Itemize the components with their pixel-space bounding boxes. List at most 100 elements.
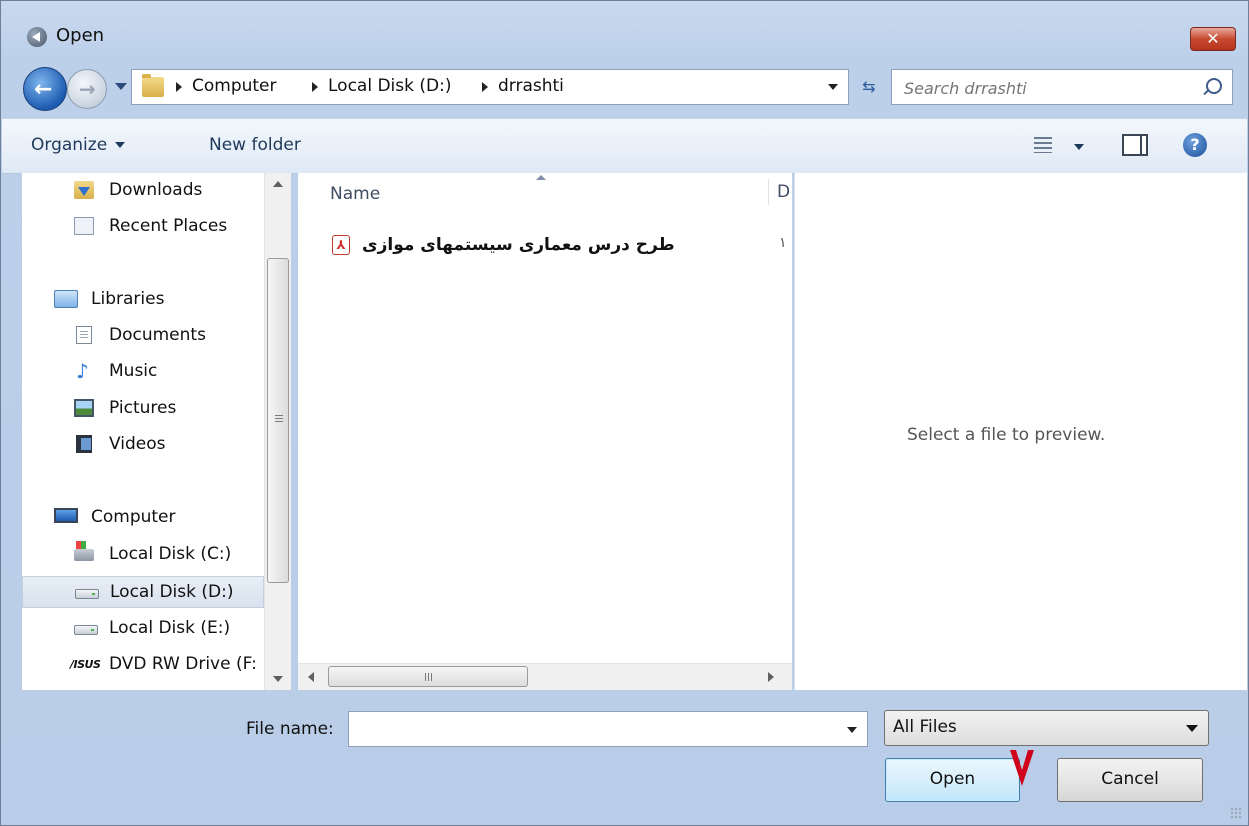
title-bar: Open ✕ [1, 1, 1248, 59]
grip-icon [425, 673, 433, 681]
nav-item-pictures[interactable]: Pictures [22, 393, 264, 425]
column-header-date[interactable]: D [777, 182, 790, 202]
nav-item-label: Local Disk (C:) [109, 544, 232, 564]
nav-item-label: DVD RW Drive (F: [109, 654, 257, 674]
preview-pane-toggle-icon[interactable] [1122, 134, 1148, 156]
nav-item-label: Music [109, 361, 158, 381]
breadcrumb-separator-icon[interactable] [482, 82, 488, 92]
back-button[interactable]: ← [23, 67, 67, 111]
dialog-app-icon [27, 27, 47, 47]
nav-item-documents[interactable]: Documents [22, 320, 264, 352]
file-name-field[interactable] [348, 711, 868, 747]
file-row[interactable]: ⅄ طرح درس معماری سیستمهای موازی [326, 231, 766, 261]
file-name-input[interactable] [355, 718, 829, 742]
help-icon[interactable]: ? [1183, 133, 1207, 157]
nav-item-label: Videos [109, 434, 166, 454]
scrollbar-thumb[interactable] [328, 666, 528, 687]
column-divider[interactable] [768, 179, 769, 205]
search-box[interactable] [891, 69, 1233, 105]
breadcrumb-separator-icon[interactable] [176, 82, 182, 92]
file-list-horizontal-scrollbar[interactable] [298, 663, 792, 690]
music-icon: ♪ [76, 359, 89, 383]
nav-item-label: Downloads [109, 180, 203, 200]
column-header-name[interactable]: Name [330, 184, 380, 204]
forward-button[interactable]: → [67, 69, 107, 109]
resize-grip-icon[interactable] [1230, 807, 1242, 819]
new-folder-button[interactable]: New folder [209, 135, 301, 155]
file-type-select[interactable]: All Files [884, 710, 1209, 746]
view-options-dropdown-icon[interactable] [1074, 144, 1084, 150]
breadcrumb-separator-icon[interactable] [312, 82, 318, 92]
change-view-icon[interactable] [1034, 137, 1052, 153]
back-arrow-icon: ← [34, 77, 53, 102]
breadcrumb-local-disk-d[interactable]: Local Disk (D:) [328, 76, 451, 96]
close-button[interactable]: ✕ [1190, 27, 1236, 51]
recent-places-icon [74, 217, 94, 235]
nav-item-recent-places[interactable]: Recent Places [22, 211, 264, 243]
computer-icon [54, 508, 78, 523]
forward-arrow-icon: → [79, 77, 96, 101]
scroll-down-icon[interactable] [273, 676, 283, 682]
videos-icon [76, 435, 92, 453]
nav-item-local-disk-d[interactable]: Local Disk (D:) [22, 576, 264, 608]
pictures-icon [74, 399, 94, 417]
nav-item-label: Documents [109, 325, 206, 345]
scroll-up-icon[interactable] [273, 181, 283, 187]
open-button[interactable]: Open [885, 758, 1020, 802]
sort-ascending-icon [536, 175, 546, 180]
file-list: Name D ⅄ طرح درس معماری سیستمهای موازی ۱ [298, 173, 792, 690]
search-icon[interactable] [1206, 78, 1222, 94]
folder-icon [142, 74, 164, 97]
asus-dvd-icon: /ISUS [70, 658, 101, 671]
nav-item-label: Local Disk (D:) [110, 582, 234, 602]
address-dropdown-icon[interactable] [828, 84, 838, 90]
file-name: طرح درس معماری سیستمهای موازی [362, 235, 675, 255]
organize-label: Organize [31, 135, 108, 155]
window-title: Open [56, 25, 105, 46]
breadcrumb-drrashti[interactable]: drrashti [498, 76, 564, 96]
organize-menu[interactable]: Organize [31, 135, 126, 155]
navigation-bar: ← → Computer Local Disk (D:) drrashti ⇆ [23, 65, 1233, 113]
search-input[interactable] [902, 76, 1186, 100]
system-disk-icon [74, 541, 94, 561]
grip-icon [275, 415, 283, 423]
nav-item-local-disk-c[interactable]: Local Disk (C:) [22, 539, 264, 571]
nav-item-label: Libraries [91, 289, 165, 309]
scrollbar-thumb[interactable] [267, 258, 289, 583]
command-toolbar: Organize New folder ? [2, 118, 1247, 174]
scroll-right-icon[interactable] [768, 672, 774, 682]
nav-item-libraries[interactable]: Libraries [22, 284, 264, 316]
nav-pane-vertical-scrollbar[interactable] [264, 173, 291, 690]
disk-icon [74, 625, 98, 635]
organize-dropdown-icon [115, 142, 126, 148]
breadcrumb-computer[interactable]: Computer [192, 76, 277, 96]
nav-item-label: Pictures [109, 398, 177, 418]
downloads-folder-icon [74, 181, 94, 199]
nav-item-local-disk-e[interactable]: Local Disk (E:) [22, 613, 264, 645]
libraries-icon [54, 290, 78, 308]
scroll-left-icon[interactable] [308, 672, 314, 682]
cancel-button[interactable]: Cancel [1057, 758, 1203, 802]
navigation-pane: Downloads Recent Places Libraries Docume… [22, 173, 291, 690]
documents-icon [76, 326, 92, 344]
recent-locations-dropdown-icon[interactable] [115, 83, 127, 90]
nav-item-downloads[interactable]: Downloads [22, 175, 264, 207]
nav-item-videos[interactable]: Videos [22, 429, 264, 461]
nav-item-dvd-drive[interactable]: /ISUS DVD RW Drive (F: [22, 649, 264, 681]
preview-pane: Select a file to preview. [794, 173, 1247, 690]
file-date-truncated: ۱ [779, 235, 787, 251]
refresh-icon[interactable]: ⇆ [855, 73, 883, 101]
file-type-value: All Files [893, 717, 957, 737]
preview-message: Select a file to preview. [907, 425, 1106, 445]
pdf-icon: ⅄ [332, 235, 350, 255]
nav-item-computer[interactable]: Computer [22, 502, 264, 534]
annotation-mark-icon [1010, 750, 1034, 786]
file-name-dropdown-icon[interactable] [847, 727, 857, 733]
open-dialog: Open ✕ ← → Computer Local Disk (D:) drra… [0, 0, 1249, 826]
nav-item-label: Computer [91, 507, 176, 527]
nav-item-label: Local Disk (E:) [109, 618, 231, 638]
disk-icon [75, 589, 99, 599]
nav-item-music[interactable]: ♪ Music [22, 356, 264, 388]
nav-item-label: Recent Places [109, 216, 228, 236]
address-bar[interactable]: Computer Local Disk (D:) drrashti [131, 69, 849, 105]
